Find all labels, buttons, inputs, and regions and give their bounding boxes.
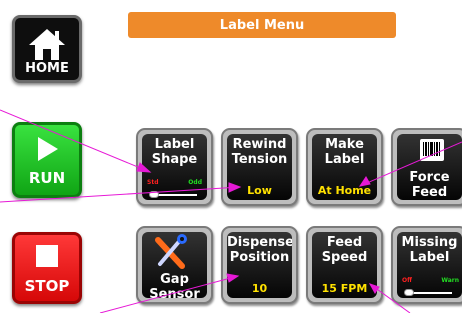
shape-toggle-knob[interactable] [149, 191, 159, 198]
rewind-tension-tile[interactable]: Rewind Tension Low [221, 128, 298, 206]
toggle-right-label: Odd [188, 179, 202, 186]
make-label-tile[interactable]: Make Label At Home [306, 128, 383, 206]
feed-speed-tile[interactable]: Feed Speed 15 FPM [306, 226, 383, 304]
tile-label-line1: Gap [160, 272, 189, 287]
toggle-left-label: Off [402, 277, 412, 284]
tile-label-line2: Tension [231, 152, 288, 167]
tile-label-line2: Feed [411, 185, 448, 200]
tile-label-line1: Label [154, 137, 195, 152]
tile-label-line1: Dispense [227, 235, 292, 250]
barcode-label-icon [420, 139, 444, 161]
stop-button[interactable]: STOP [12, 232, 82, 304]
missing-toggle-knob[interactable] [404, 289, 414, 296]
tile-label-line2: Position [229, 250, 290, 265]
house-icon [29, 29, 65, 60]
tile-label-line2: Speed [321, 250, 368, 265]
tile-value: At Home [317, 184, 372, 197]
toggle-left-label: Std [147, 179, 159, 186]
tile-value: 10 [251, 282, 268, 295]
gap-sensor-tile[interactable]: Gap Sensor [136, 226, 213, 304]
run-button[interactable]: RUN [12, 122, 82, 198]
tile-label-line2: Shape [151, 152, 198, 167]
stop-label: STOP [24, 277, 70, 295]
run-label: RUN [28, 169, 66, 187]
tile-label-line1: Feed [326, 235, 363, 250]
tile-label-line1: Make [325, 137, 364, 152]
menu-title: Label Menu [128, 12, 396, 38]
home-label: HOME [25, 61, 69, 76]
tile-label-line1: Force [409, 170, 450, 185]
tile-value: Low [247, 184, 272, 197]
tile-label-line2: Label [324, 152, 365, 167]
label-shape-tile[interactable]: Label Shape Std Odd [136, 128, 213, 206]
dispense-position-tile[interactable]: Dispense Position 10 [221, 226, 298, 304]
tile-label-line1: Missing [401, 235, 458, 250]
tile-label-line2: Label [409, 250, 450, 265]
toggle-right-label: Warn [441, 277, 459, 284]
tile-value: 15 FPM [321, 282, 368, 295]
tile-label-line1: Rewind [232, 137, 287, 152]
tile-label-line2: Sensor [149, 287, 200, 298]
missing-label-tile[interactable]: Missing Label Off Warn [391, 226, 462, 304]
stop-icon [36, 245, 58, 267]
tools-icon [155, 234, 187, 269]
missing-toggle-track[interactable] [409, 292, 452, 294]
play-icon [38, 137, 58, 161]
force-feed-tile[interactable]: Force Feed [391, 128, 462, 206]
home-button[interactable]: HOME [12, 15, 82, 83]
shape-toggle-track[interactable] [154, 194, 197, 196]
